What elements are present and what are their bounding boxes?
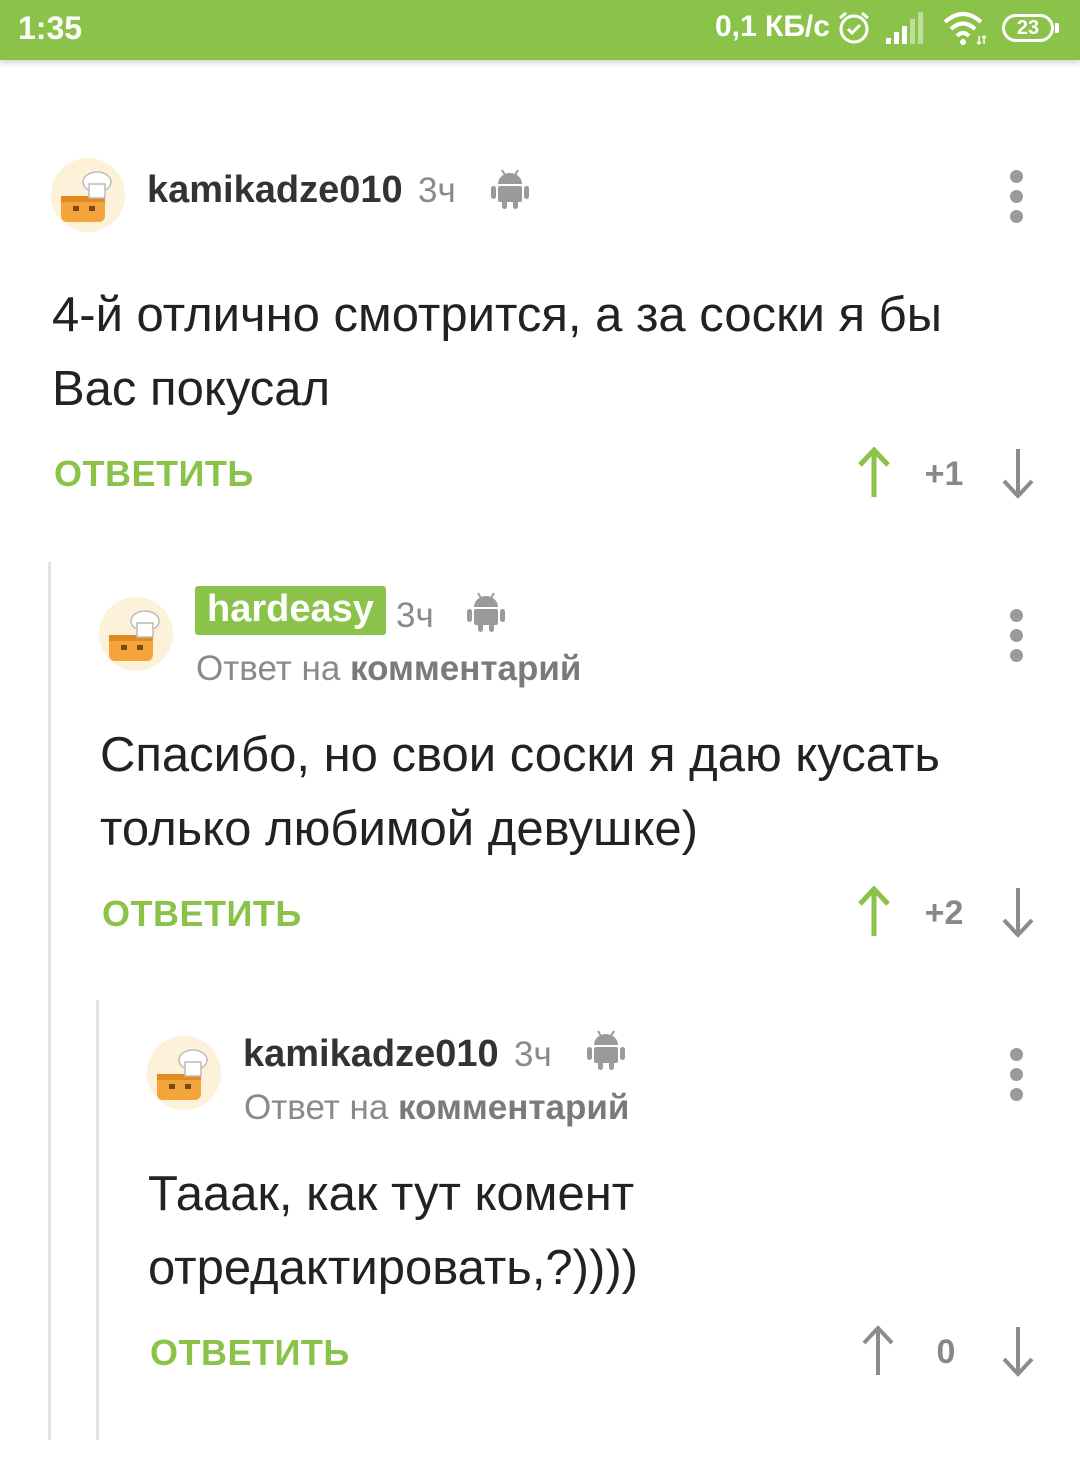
avatar[interactable] xyxy=(147,1036,221,1110)
arrow-up-icon[interactable] xyxy=(860,1325,896,1377)
more-menu-icon[interactable] xyxy=(1010,1048,1024,1108)
avatar-chef-icon xyxy=(157,1049,208,1100)
comment-3: kamikadze010 3ч Ответ на комментарий Таа… xyxy=(0,0,1080,1440)
reply-to-label: Ответ на комментарий xyxy=(244,1088,629,1128)
reply-button[interactable]: ОТВЕТИТЬ xyxy=(150,1332,350,1374)
comment-text-line: отредактировать,?)))) xyxy=(148,1241,638,1295)
comment-text-line: Тааак, как тут комент xyxy=(148,1167,635,1221)
comment-text: Тааак, как тут комент отредактировать,?)… xyxy=(148,1157,1038,1305)
comment-time: 3ч xyxy=(514,1035,552,1074)
arrow-down-icon[interactable] xyxy=(1000,1325,1036,1377)
vote-score: 0 xyxy=(936,1333,956,1371)
reply-to-link[interactable]: комментарий xyxy=(398,1088,629,1127)
reply-to-prefix: Ответ на xyxy=(244,1088,389,1127)
username[interactable]: kamikadze010 xyxy=(243,1033,499,1076)
android-icon xyxy=(587,1030,625,1070)
